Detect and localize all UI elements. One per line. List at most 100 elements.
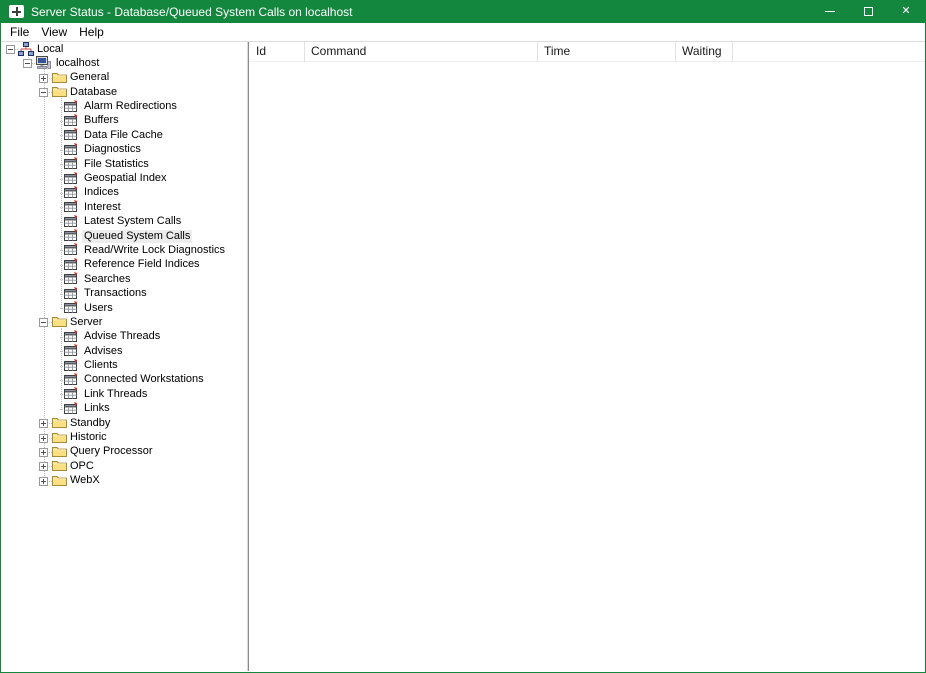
title-bar[interactable]: Server Status - Database/Queued System C… bbox=[1, 0, 925, 23]
tree-item-label[interactable]: OPC bbox=[68, 460, 96, 473]
tree-item-label[interactable]: Database bbox=[68, 86, 119, 99]
tree-item-label[interactable]: Link Threads bbox=[82, 388, 149, 401]
menu-file[interactable]: File bbox=[4, 23, 35, 41]
expand-icon[interactable] bbox=[39, 462, 48, 471]
folder-icon bbox=[52, 85, 68, 99]
tree-item-advise-threads[interactable]: Advise Threads bbox=[1, 330, 246, 344]
tree-item-label[interactable]: Links bbox=[82, 402, 112, 415]
column-header-time[interactable]: Time bbox=[538, 42, 676, 62]
close-button[interactable]: ✕ bbox=[887, 0, 925, 23]
collapse-icon[interactable] bbox=[39, 88, 48, 97]
tree-item-label[interactable]: Buffers bbox=[82, 114, 121, 127]
tree-item-local[interactable]: Local bbox=[1, 42, 246, 56]
expand-icon[interactable] bbox=[39, 74, 48, 83]
tree-item-label[interactable]: Indices bbox=[82, 186, 121, 199]
menu-view[interactable]: View bbox=[35, 23, 73, 41]
tree-item-data-file-cache[interactable]: Data File Cache bbox=[1, 128, 246, 142]
tree-item-geospatial-index[interactable]: Geospatial Index bbox=[1, 172, 246, 186]
table-icon bbox=[64, 186, 80, 200]
tree-item-label[interactable]: localhost bbox=[54, 57, 101, 70]
tree-item-label[interactable]: Reference Field Indices bbox=[82, 258, 202, 271]
tree-item-label[interactable]: Users bbox=[82, 302, 115, 315]
maximize-button[interactable] bbox=[849, 0, 887, 23]
tree-item-transactions[interactable]: Transactions bbox=[1, 287, 246, 301]
tree-item-users[interactable]: Users bbox=[1, 301, 246, 315]
tree-item-latest-system-calls[interactable]: Latest System Calls bbox=[1, 215, 246, 229]
tree-item-links[interactable]: Links bbox=[1, 402, 246, 416]
tree-item-clients[interactable]: Clients bbox=[1, 359, 246, 373]
tree-item-label[interactable]: Standby bbox=[68, 417, 112, 430]
tree-item-historic[interactable]: Historic bbox=[1, 431, 246, 445]
tree-item-link-threads[interactable]: Link Threads bbox=[1, 387, 246, 401]
tree-item-read-write-lock-diagnostics[interactable]: Read/Write Lock Diagnostics bbox=[1, 243, 246, 257]
tree-item-label[interactable]: WebX bbox=[68, 474, 102, 487]
tree-item-file-statistics[interactable]: File Statistics bbox=[1, 157, 246, 171]
table-icon bbox=[64, 359, 80, 373]
tree-item-label[interactable]: File Statistics bbox=[82, 158, 151, 171]
tree-item-diagnostics[interactable]: Diagnostics bbox=[1, 143, 246, 157]
expand-icon[interactable] bbox=[39, 477, 48, 486]
table-icon bbox=[64, 215, 80, 229]
tree-item-label[interactable]: Connected Workstations bbox=[82, 373, 206, 386]
tree-item-label[interactable]: Local bbox=[35, 43, 65, 56]
tree-item-label[interactable]: Server bbox=[68, 316, 104, 329]
server-tree: LocallocalhostGeneral DatabaseAlarm Redir… bbox=[1, 42, 246, 671]
tree-item-query-processor[interactable]: Query Processor bbox=[1, 445, 246, 459]
tree-item-label[interactable]: Interest bbox=[82, 201, 123, 214]
minimize-button[interactable] bbox=[811, 0, 849, 23]
tree-item-connected-workstations[interactable]: Connected Workstations bbox=[1, 373, 246, 387]
folder-icon bbox=[52, 459, 68, 473]
tree-item-queued-system-calls[interactable]: Queued System Calls bbox=[1, 229, 246, 243]
tree-item-label[interactable]: Read/Write Lock Diagnostics bbox=[82, 244, 227, 257]
app-icon[interactable] bbox=[9, 5, 24, 18]
system-calls-list: IdCommandTimeWaiting bbox=[250, 42, 925, 671]
expand-icon[interactable] bbox=[39, 448, 48, 457]
tree-item-reference-field-indices[interactable]: Reference Field Indices bbox=[1, 258, 246, 272]
collapse-icon[interactable] bbox=[39, 318, 48, 327]
tree-item-general[interactable]: General bbox=[1, 71, 246, 85]
tree-item-opc[interactable]: OPC bbox=[1, 459, 246, 473]
tree-item-label[interactable]: Historic bbox=[68, 431, 109, 444]
tree-item-server[interactable]: Server bbox=[1, 315, 246, 329]
tree-item-label[interactable]: Advise Threads bbox=[82, 330, 162, 343]
tree-item-interest[interactable]: Interest bbox=[1, 200, 246, 214]
tree-item-label[interactable]: Clients bbox=[82, 359, 120, 372]
tree-item-searches[interactable]: Searches bbox=[1, 272, 246, 286]
column-header-id[interactable]: Id bbox=[250, 42, 305, 62]
table-icon bbox=[64, 301, 80, 315]
tree-item-label[interactable]: Queued System Calls bbox=[82, 230, 192, 243]
tree-item-label[interactable]: Query Processor bbox=[68, 445, 155, 458]
tree-item-buffers[interactable]: Buffers bbox=[1, 114, 246, 128]
menu-help[interactable]: Help bbox=[73, 23, 110, 41]
table-icon bbox=[64, 258, 80, 272]
collapse-icon[interactable] bbox=[23, 59, 32, 68]
column-header-waiting[interactable]: Waiting bbox=[676, 42, 733, 62]
expand-icon[interactable] bbox=[39, 419, 48, 428]
network-icon bbox=[18, 42, 34, 56]
tree-item-label[interactable]: Transactions bbox=[82, 287, 149, 300]
tree-item-indices[interactable]: Indices bbox=[1, 186, 246, 200]
expand-icon[interactable] bbox=[39, 434, 48, 443]
tree-item-label[interactable]: Searches bbox=[82, 273, 132, 286]
tree-item-database[interactable]: Database bbox=[1, 85, 246, 99]
main-content: LocallocalhostGeneral DatabaseAlarm Redir… bbox=[1, 41, 925, 671]
column-header-command[interactable]: Command bbox=[305, 42, 538, 62]
tree-item-alarm-redirections[interactable]: Alarm Redirections bbox=[1, 100, 246, 114]
collapse-icon[interactable] bbox=[6, 45, 15, 54]
tree-item-label[interactable]: General bbox=[68, 71, 111, 84]
table-icon bbox=[64, 143, 80, 157]
tree-item-advises[interactable]: Advises bbox=[1, 344, 246, 358]
tree-item-label[interactable]: Alarm Redirections bbox=[82, 100, 179, 113]
tree-item-label[interactable]: Latest System Calls bbox=[82, 215, 183, 228]
computer-icon bbox=[35, 56, 51, 70]
tree-item-standby[interactable]: Standby bbox=[1, 416, 246, 430]
tree-item-label[interactable]: Advises bbox=[82, 345, 125, 358]
tree-item-label[interactable]: Diagnostics bbox=[82, 143, 143, 156]
tree-item-label[interactable]: Data File Cache bbox=[82, 129, 165, 142]
tree-item-label[interactable]: Geospatial Index bbox=[82, 172, 169, 185]
tree-item-webx[interactable]: WebX bbox=[1, 474, 246, 488]
folder-icon bbox=[52, 445, 68, 459]
tree-item-localhost[interactable]: localhost bbox=[1, 56, 246, 70]
list-header: IdCommandTimeWaiting bbox=[250, 42, 925, 62]
table-icon bbox=[64, 172, 80, 186]
